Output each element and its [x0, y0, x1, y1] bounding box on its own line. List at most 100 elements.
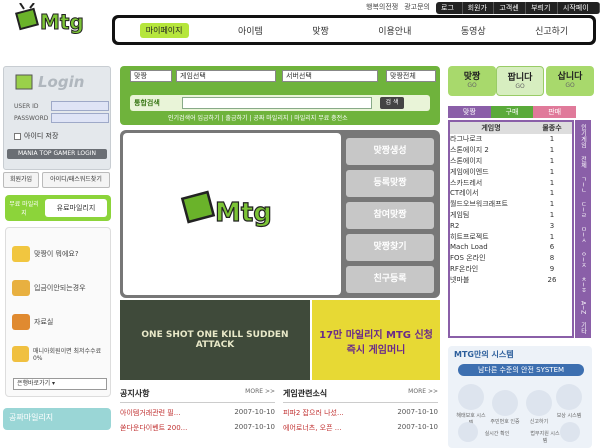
reward-icon[interactable] — [556, 384, 582, 410]
tab-match[interactable]: 맞짱 — [448, 106, 491, 118]
game-row[interactable]: 게임에이엔드 1 — [450, 166, 572, 177]
search-button[interactable]: 검 색 — [380, 97, 404, 109]
game-row[interactable]: 스톤에이지 2 1 — [450, 145, 572, 156]
save-id-checkbox[interactable] — [14, 132, 21, 140]
find-account-button[interactable]: 아이디/패스워드찾기 — [42, 172, 110, 188]
support-link[interactable]: 고객센터 — [494, 2, 527, 14]
report-icon[interactable] — [526, 390, 552, 416]
vtab[interactable]: 인기게임 — [579, 124, 588, 148]
create-match-button[interactable]: 맞짱생성 — [346, 138, 434, 165]
top-link-1[interactable]: 행복의전쟁 — [366, 2, 398, 14]
news-row[interactable]: 에어로너츠, 오픈 ... 2007-10-10 — [283, 423, 438, 433]
login-title: Login — [38, 73, 85, 91]
game-row[interactable]: 라그나로크 1 — [450, 134, 572, 145]
game-row[interactable]: 히트프로젝트 1 — [450, 231, 572, 242]
news-row[interactable]: 피파2 잡으러 나섰... 2007-10-10 — [283, 408, 438, 418]
nav-video[interactable]: 동영상 — [461, 24, 486, 37]
join-match-button[interactable]: 참여맞짱 — [346, 202, 434, 229]
free-mileage-button[interactable]: 무료 마일리지 — [9, 199, 39, 217]
realtime-icon[interactable] — [458, 422, 478, 442]
game-count: 1 — [549, 135, 555, 144]
nav-report[interactable]: 신고하기 — [535, 24, 568, 37]
nav-guide[interactable]: 이용안내 — [378, 24, 411, 37]
signup-link[interactable]: 회원가입 — [463, 2, 495, 14]
vtab[interactable]: ㅊ~ㅎ — [579, 276, 588, 293]
notice-row[interactable]: 쏟다운다이벤트 200... 2007-10-10 — [120, 423, 275, 433]
game-count: 3 — [549, 221, 555, 230]
game-row[interactable]: 월드오브워크래프트 1 — [450, 199, 572, 210]
game-row[interactable]: 스톤에이지 1 — [450, 156, 572, 167]
tab-sell[interactable]: 판매 — [533, 106, 577, 118]
bookmark-link[interactable]: 부릐기가 — [526, 2, 558, 14]
coins-icon — [12, 346, 29, 362]
top-links: 행복의전쟁 광고문의 — [366, 2, 430, 14]
buy-go-button[interactable]: 삽니다 GO — [546, 66, 594, 96]
vertical-tabs: 인기게임 전체 ㄱ~ㄴ ㄷ~ㄹ ㅁ~ㅅ ㅇ~ㅈ ㅊ~ㅎ A~Z 기타 — [575, 120, 591, 338]
game-news-more-link[interactable]: MORE >> — [408, 388, 438, 399]
startpage-link[interactable]: 시작페이지로 — [558, 2, 600, 14]
game-select[interactable]: 게임선택 — [176, 70, 276, 82]
site-logo[interactable]: Mtg — [14, 2, 98, 39]
user-id-input[interactable] — [51, 101, 109, 111]
vtab[interactable]: 전체 — [579, 156, 588, 168]
nav-match[interactable]: 맞짱 — [312, 24, 329, 37]
promo-what-is-match[interactable]: 맞짱이 뭐에요? — [12, 246, 79, 262]
game-row[interactable]: Mach Load 6 — [450, 242, 572, 253]
game-count: 1 — [549, 200, 555, 209]
search-label: 통합검색 — [134, 99, 160, 107]
password-input[interactable] — [51, 113, 109, 123]
promo-library[interactable]: 자료실 — [12, 314, 53, 330]
game-row[interactable]: CT레이서 1 — [450, 188, 572, 199]
gamer-login-button[interactable]: MANIA TOP GAMER LOGIN — [7, 149, 107, 159]
paid-mileage-button[interactable]: 유료마일리지 — [45, 199, 107, 217]
game-row[interactable]: R2 3 — [450, 220, 572, 231]
nav-item[interactable]: 아이템 — [238, 24, 263, 37]
vtab[interactable]: ㅇ~ㅈ — [579, 251, 588, 268]
notice-row[interactable]: 아이템거래관련 필... 2007-10-10 — [120, 408, 275, 418]
category-select[interactable]: 맞짱 — [130, 70, 172, 82]
shield-icon[interactable] — [458, 384, 484, 410]
vtab[interactable]: ㅁ~ㅅ — [579, 226, 588, 243]
sudden-attack-banner[interactable]: ONE SHOT ONE KILL SUDDEN ATTACK — [120, 300, 310, 380]
nav-mypage[interactable]: 마이페이지 — [139, 22, 189, 38]
col-game-name: 게임명 — [450, 122, 532, 134]
add-friend-button[interactable]: 친구등록 — [346, 266, 434, 293]
main-panel: Mtg 맞짱생성 등록맞짱 참여맞짱 맞짱찾기 친구등록 — [120, 130, 440, 298]
free-mileage-banner[interactable]: 공짜마일리지 — [3, 408, 111, 430]
find-match-button[interactable]: 맞짱찾기 — [346, 234, 434, 261]
search-input[interactable] — [182, 97, 372, 109]
game-name: 스톤에이지 2 — [450, 146, 489, 155]
mtg-system-title: MTG만의 시스템 — [454, 350, 514, 359]
user-id-label: USER ID — [14, 103, 39, 110]
game-row[interactable]: 게임팀 1 — [450, 210, 572, 221]
signup-button[interactable]: 회원가입 — [3, 172, 39, 188]
game-row[interactable]: RF온라인 9 — [450, 264, 572, 275]
id-check-icon[interactable] — [492, 390, 518, 416]
promo-deposit[interactable]: 입금이안되는경우 — [12, 280, 86, 296]
notice-more-link[interactable]: MORE >> — [245, 388, 275, 399]
login-link[interactable]: 로그인 — [436, 2, 463, 14]
game-row[interactable]: 스카드레서 1 — [450, 177, 572, 188]
notice-title: 공지사항 — [120, 389, 150, 398]
server-select[interactable]: 서버선택 — [282, 70, 378, 82]
registered-match-button[interactable]: 등록맞짱 — [346, 170, 434, 197]
vtab[interactable]: ㄱ~ㄴ — [579, 176, 588, 193]
vtab[interactable]: 기타 — [579, 322, 588, 334]
match-go-button[interactable]: 맞짱 GO — [448, 66, 496, 96]
game-row[interactable]: FOS 온라인 8 — [450, 253, 572, 264]
game-row[interactable]: 넷마블 26 — [450, 274, 572, 285]
mtg-system-subtitle: 남다른 수준의 안전 SYSTEM — [458, 364, 584, 376]
tab-buy[interactable]: 구매 — [490, 106, 534, 118]
sell-go-button[interactable]: 팝니다 GO — [496, 66, 544, 96]
game-count: 1 — [549, 146, 555, 155]
promo-fee[interactable]: 매니아회원이면 최저수수료 0% — [12, 346, 108, 362]
top-link-2[interactable]: 광고문의 — [404, 2, 430, 14]
match-select[interactable]: 맞짱전체 — [386, 70, 436, 82]
vtab[interactable]: A~Z — [580, 301, 587, 314]
vtab[interactable]: ㄷ~ㄹ — [579, 201, 588, 218]
game-news-board: 게임관련소식 MORE >> 피파2 잡으러 나섰... 2007-10-10 에어… — [283, 388, 438, 448]
legal-icon[interactable] — [560, 422, 580, 442]
search-quick-links[interactable]: 인기검색어 입금하기 | 출금하기 | 공짜 마일리지 | 마일리지 무료 충전… — [168, 113, 348, 122]
mileage-event-banner[interactable]: 17만 마일리지 MTG 신청즉시 게임머니 — [312, 300, 440, 380]
bank-select[interactable]: 은행바로가기 ▾ — [13, 378, 107, 390]
